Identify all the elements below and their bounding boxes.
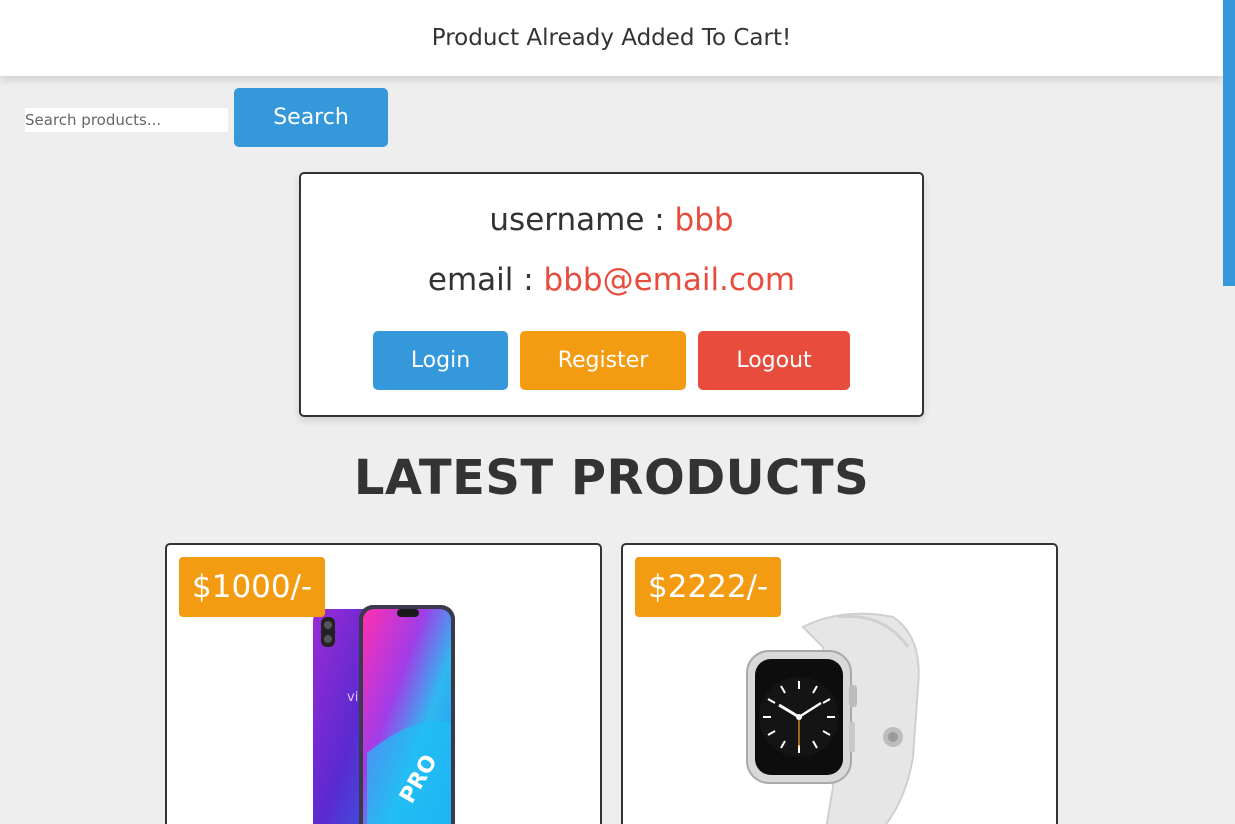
logout-button[interactable]: Logout (698, 331, 850, 390)
product-card[interactable]: $2222/- (621, 543, 1058, 824)
message-banner: Product Already Added To Cart! (0, 0, 1223, 76)
svg-text:vi: vi (347, 690, 358, 705)
email-line: email : bbb@email.com (301, 262, 922, 298)
scrollbar-track[interactable] (1223, 0, 1235, 824)
section-title: LATEST PRODUCTS (353, 450, 870, 506)
register-button[interactable]: Register (520, 331, 686, 390)
user-info-box: username : bbb email : bbb@email.com Log… (299, 172, 924, 417)
scrollbar-thumb[interactable] (1223, 0, 1235, 286)
login-button[interactable]: Login (373, 331, 508, 390)
price-tag: $2222/- (635, 557, 782, 617)
product-card[interactable]: vi PRO $1000/- (165, 543, 602, 824)
search-button[interactable]: Search (234, 88, 388, 147)
message-text: Product Already Added To Cart! (431, 25, 792, 51)
email-label: email : (427, 262, 544, 298)
search-input[interactable] (25, 108, 228, 132)
smartwatch-image (746, 612, 920, 824)
email-value: bbb@email.com (543, 262, 796, 298)
username-value: bbb (674, 202, 734, 238)
smartphone-image: vi PRO (313, 605, 455, 824)
username-label: username : (489, 202, 675, 238)
price-tag: $1000/- (179, 557, 326, 617)
username-line: username : bbb (301, 202, 922, 238)
page: Product Already Added To Cart! Search us… (0, 0, 1235, 824)
